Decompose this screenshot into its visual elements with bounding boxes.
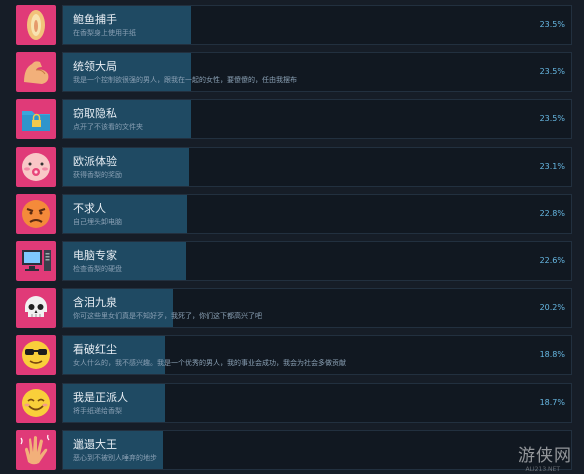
achievement-unlock-percent: 23.5% bbox=[539, 114, 565, 123]
achievement-title: 电脑专家 bbox=[73, 249, 117, 262]
achievement-row[interactable]: 我是正派人将手纸递给香梨 18.7% bbox=[12, 383, 582, 425]
achievement-progress-bar: 统领大局我是一个控制欲很强的男人，跟我在一起的女性，要傻傻的，任由我摆布 23.5… bbox=[62, 52, 572, 92]
achievement-row[interactable]: 窃取隐私点开了不该看的文件夹 23.5% bbox=[12, 99, 582, 141]
achievement-description: 女人什么的，我不感兴趣。我是一个优秀的男人，我的事业会成功，我会为社会多做贡献 bbox=[73, 359, 346, 367]
achievement-description: 在香梨身上使用手纸 bbox=[73, 29, 136, 37]
achievement-row[interactable]: 电脑专家检查香梨的硬盘 22.6% bbox=[12, 241, 582, 283]
achievement-unlock-percent: 22.8% bbox=[539, 209, 565, 218]
achievement-description: 恶心到不被别人唾弃的地步 bbox=[73, 454, 157, 462]
achievement-description: 点开了不该看的文件夹 bbox=[73, 123, 143, 131]
locked-folder-icon bbox=[16, 99, 56, 139]
achievement-unlock-percent: 20.2% bbox=[539, 303, 565, 312]
achievement-row[interactable]: 鲍鱼捕手在香梨身上使用手纸 23.5% bbox=[12, 5, 582, 47]
site-watermark-sub: ALI213.NET bbox=[525, 466, 560, 473]
achievement-progress-bar: 不求人自己埋头卸电脑 22.8% bbox=[62, 194, 572, 234]
achievement-progress-bar: 鲍鱼捕手在香梨身上使用手纸 23.5% bbox=[62, 5, 572, 45]
achievement-unlock-percent: 23.5% bbox=[539, 67, 565, 76]
achievement-progress-bar: 我是正派人将手纸递给香梨 18.7% bbox=[62, 383, 572, 423]
smiling-face-icon bbox=[16, 383, 56, 423]
achievement-row[interactable]: 统领大局我是一个控制欲很强的男人，跟我在一起的女性，要傻傻的，任由我摆布 23.5… bbox=[12, 52, 582, 94]
achievement-progress-bar: 邋遢大王恶心到不被别人唾弃的地步 bbox=[62, 430, 572, 470]
achievement-title: 鲍鱼捕手 bbox=[73, 13, 117, 26]
achievement-progress-bar: 看破红尘女人什么的，我不感兴趣。我是一个优秀的男人，我的事业会成功，我会为社会多… bbox=[62, 335, 572, 375]
achievement-description: 自己埋头卸电脑 bbox=[73, 218, 122, 226]
achievement-row[interactable]: 含泪九泉你可这些里女们真是不知好歹，我死了，你们这下都高兴了吧 20.2% bbox=[12, 288, 582, 330]
achievement-description: 将手纸递给香梨 bbox=[73, 407, 122, 415]
angry-face-icon bbox=[16, 194, 56, 234]
waving-hand-icon bbox=[16, 430, 56, 470]
achievement-unlock-percent: 22.6% bbox=[539, 256, 565, 265]
achievement-progress-bar: 窃取隐私点开了不该看的文件夹 23.5% bbox=[62, 99, 572, 139]
achievement-description: 获得香梨的奖励 bbox=[73, 171, 122, 179]
achievement-progress-bar: 欧派体验获得香梨的奖励 23.1% bbox=[62, 147, 572, 187]
achievement-description: 检查香梨的硬盘 bbox=[73, 265, 122, 273]
achievement-title: 窃取隐私 bbox=[73, 107, 117, 120]
achievement-description: 我是一个控制欲很强的男人，跟我在一起的女性，要傻傻的，任由我摆布 bbox=[73, 76, 297, 84]
site-watermark: 游侠网 bbox=[518, 446, 572, 466]
achievement-progress-bar: 电脑专家检查香梨的硬盘 22.6% bbox=[62, 241, 572, 281]
achievement-unlock-percent: 23.5% bbox=[539, 20, 565, 29]
blushing-face-icon bbox=[16, 147, 56, 187]
achievement-description: 你可这些里女们真是不知好歹，我死了，你们这下都高兴了吧 bbox=[73, 312, 262, 320]
achievement-title: 欧派体验 bbox=[73, 155, 117, 168]
achievement-title: 邋遢大王 bbox=[73, 438, 117, 451]
achievement-title: 看破红尘 bbox=[73, 343, 117, 356]
achievement-unlock-percent: 23.1% bbox=[539, 162, 565, 171]
skull-icon bbox=[16, 288, 56, 328]
computer-icon bbox=[16, 241, 56, 281]
achievement-title: 我是正派人 bbox=[73, 391, 128, 404]
flexed-bicep-icon bbox=[16, 52, 56, 92]
sunglasses-face-icon bbox=[16, 335, 56, 375]
achievement-title: 不求人 bbox=[73, 202, 106, 215]
achievement-row[interactable]: 不求人自己埋头卸电脑 22.8% bbox=[12, 194, 582, 236]
achievement-title: 含泪九泉 bbox=[73, 296, 117, 309]
achievement-progress-bar: 含泪九泉你可这些里女们真是不知好歹，我死了，你们这下都高兴了吧 20.2% bbox=[62, 288, 572, 328]
abalone-icon bbox=[16, 5, 56, 45]
achievement-row[interactable]: 看破红尘女人什么的，我不感兴趣。我是一个优秀的男人，我的事业会成功，我会为社会多… bbox=[12, 335, 582, 377]
achievement-title: 统领大局 bbox=[73, 60, 117, 73]
achievement-unlock-percent: 18.7% bbox=[539, 398, 565, 407]
achievement-row[interactable]: 邋遢大王恶心到不被别人唾弃的地步 bbox=[12, 430, 582, 472]
achievement-unlock-percent: 18.8% bbox=[539, 350, 565, 359]
achievement-row[interactable]: 欧派体验获得香梨的奖励 23.1% bbox=[12, 147, 582, 189]
